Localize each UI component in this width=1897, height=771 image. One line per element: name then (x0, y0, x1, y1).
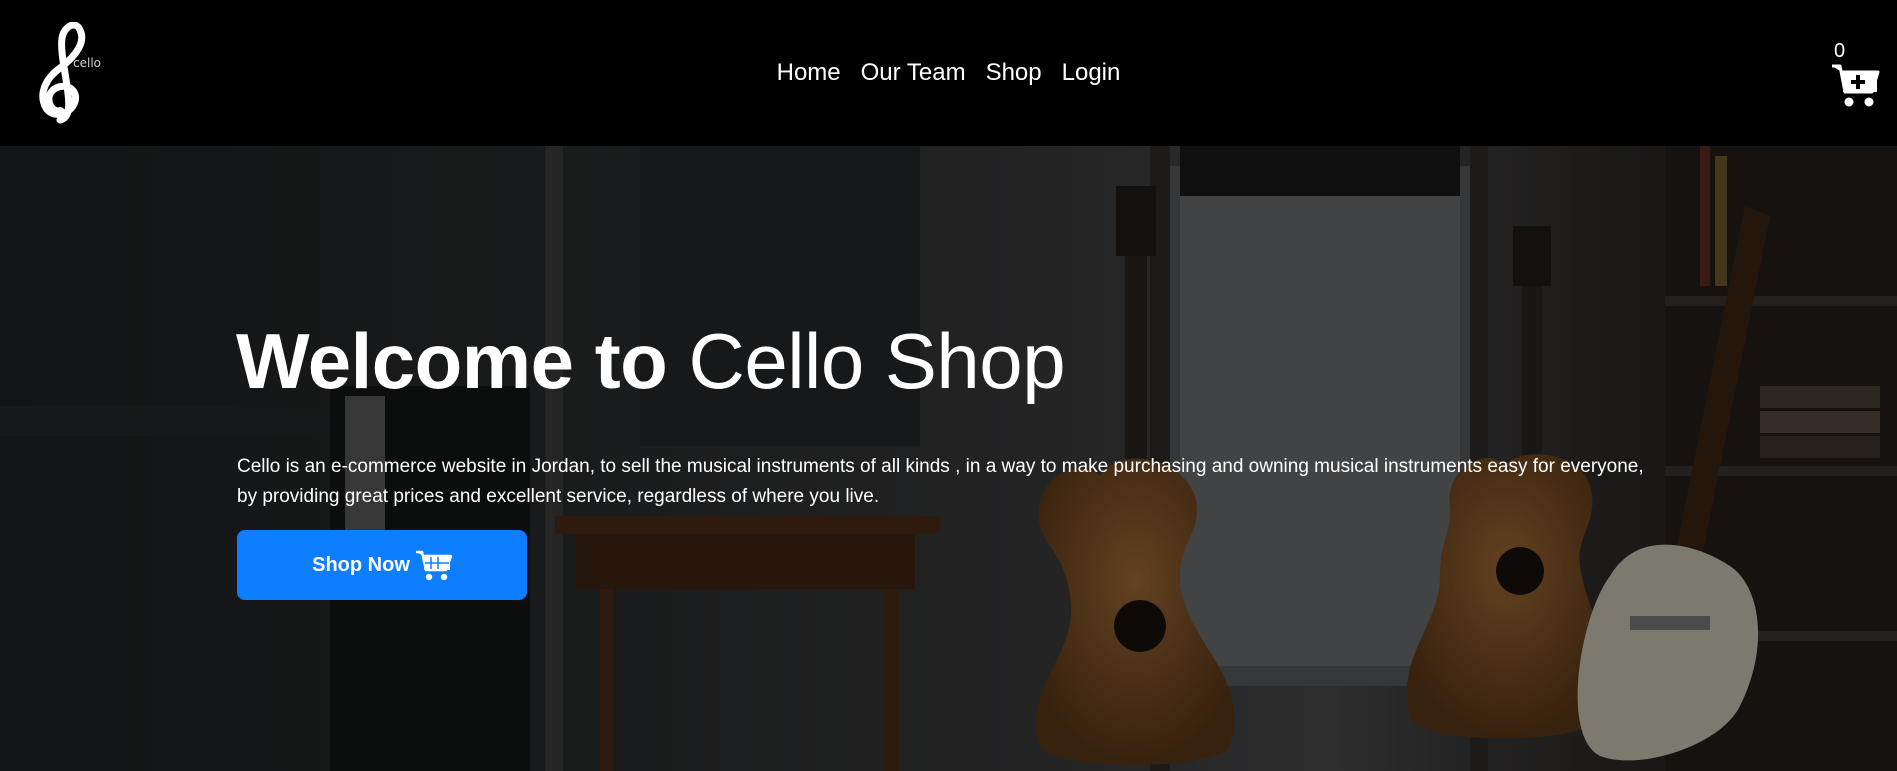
nav-home-link[interactable]: Home (777, 59, 841, 87)
cart-plus-icon (1832, 64, 1880, 107)
hero-description: Cello is an e-commerce website in Jordan… (237, 456, 1644, 507)
shopping-cart-icon (415, 550, 452, 581)
hero-title-bold: Welcome to (236, 317, 668, 405)
navbar: cello Home Our Team Shop Login 0 (0, 0, 1897, 146)
nav-shop-link[interactable]: Shop (986, 59, 1042, 87)
shop-now-button[interactable]: Shop Now (237, 530, 527, 600)
main-nav: Home Our Team Shop Login (0, 0, 1897, 146)
hero-title-regular: Cello Shop (688, 317, 1066, 405)
hero-section: Welcome to Cello Shop Cello is an e-comm… (0, 146, 1897, 771)
nav-login-link[interactable]: Login (1062, 59, 1121, 87)
shop-now-label: Shop Now (312, 553, 410, 576)
hero-title: Welcome to Cello Shop (236, 316, 1066, 406)
cart-button[interactable] (1832, 62, 1880, 108)
cart-count-badge: 0 (1834, 40, 1846, 62)
nav-our-team-link[interactable]: Our Team (861, 59, 966, 87)
